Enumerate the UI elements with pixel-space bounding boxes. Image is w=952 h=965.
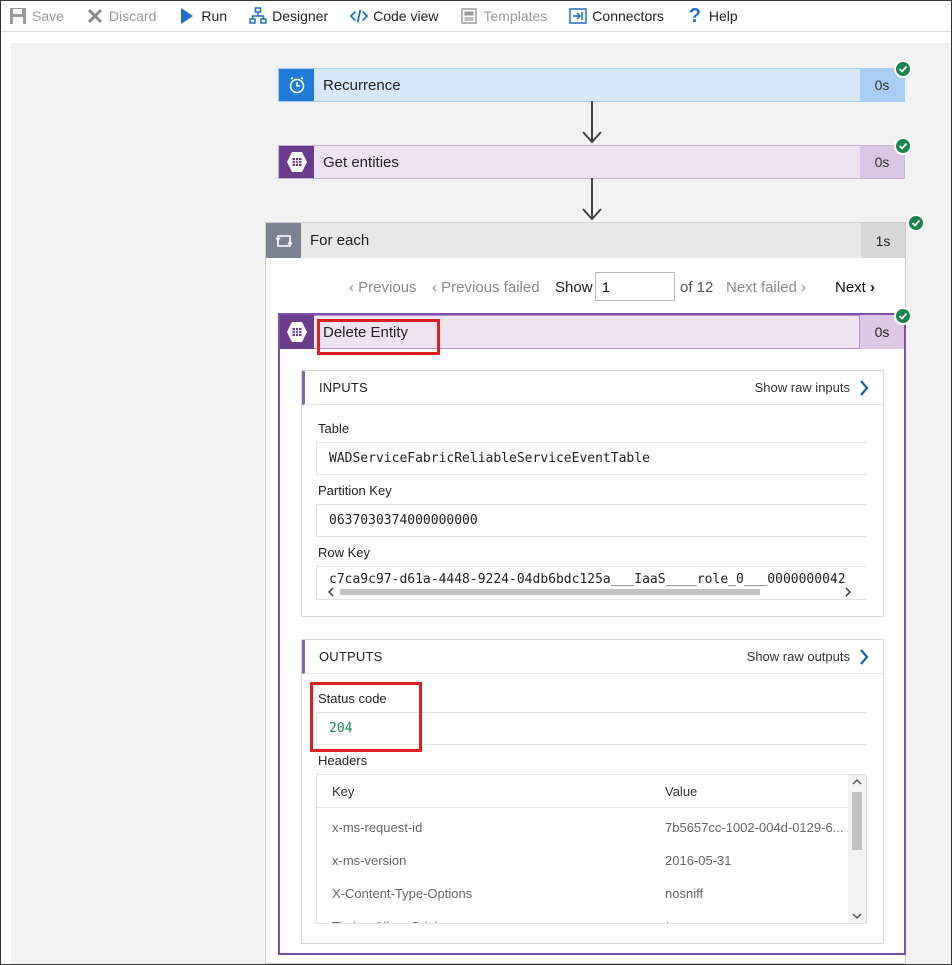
header-value: * xyxy=(665,919,670,923)
table-label: Table xyxy=(318,421,350,436)
chevron-right-icon xyxy=(860,648,869,665)
show-label: Show xyxy=(555,279,593,296)
step-duration: 1s xyxy=(861,223,905,258)
templates-button[interactable]: Templates xyxy=(460,7,547,25)
step-get-entities[interactable]: Get entities 0s xyxy=(278,145,905,179)
outputs-title: OUTPUTS xyxy=(319,649,383,664)
previous-failed-button[interactable]: ‹ Previous failed xyxy=(432,279,540,296)
save-button[interactable]: Save xyxy=(9,7,64,25)
code-icon xyxy=(350,7,369,25)
inputs-section: INPUTS Show raw inputs Table WADServiceF… xyxy=(301,370,884,617)
next-failed-label: Next failed xyxy=(726,279,797,296)
flow-arrow-icon xyxy=(582,178,602,221)
alarm-clock-icon xyxy=(279,69,314,101)
templates-icon xyxy=(460,7,478,25)
table-row: X-Content-Type-Options nosniff xyxy=(317,877,849,910)
success-check-icon xyxy=(894,60,912,78)
code-view-button[interactable]: Code view xyxy=(350,7,438,25)
header-key: Timing-Allow-Origin xyxy=(332,919,445,923)
chevron-right-icon: › xyxy=(796,279,807,296)
save-icon xyxy=(9,7,27,25)
horizontal-scrollbar[interactable] xyxy=(328,586,853,598)
help-button[interactable]: ? Help xyxy=(686,4,738,27)
headers-table: Key Value x-ms-request-id 7b5657cc-1002-… xyxy=(316,774,867,924)
header-value: 7b5657cc-1002-004d-0129-6... xyxy=(665,820,844,835)
chevron-left-icon: ‹ xyxy=(349,279,359,296)
help-label: Help xyxy=(708,8,738,24)
previous-button[interactable]: ‹ Previous xyxy=(349,279,417,296)
play-icon xyxy=(178,7,196,25)
chevron-right-icon xyxy=(860,379,869,396)
table-row: x-ms-request-id 7b5657cc-1002-004d-0129-… xyxy=(317,811,849,844)
header-value: 2016-05-31 xyxy=(665,853,732,868)
step-delete-entity: Delete Entity 0s INPUTS Show raw inputs … xyxy=(278,313,906,955)
connectors-button[interactable]: Connectors xyxy=(569,7,664,25)
close-icon xyxy=(86,7,104,25)
connectors-icon xyxy=(569,7,588,25)
highlight-delete-entity xyxy=(317,319,440,355)
inputs-header: INPUTS Show raw inputs xyxy=(302,371,883,405)
run-label: Run xyxy=(201,8,228,24)
discard-label: Discard xyxy=(108,8,157,24)
question-icon: ? xyxy=(688,4,701,27)
header-key: x-ms-request-id xyxy=(332,820,423,835)
connectors-label: Connectors xyxy=(592,8,664,24)
next-label: Next xyxy=(835,279,866,296)
partition-key-value: 0637030374000000000 xyxy=(316,504,867,537)
iteration-pager: ‹ Previous ‹ Previous failed Show of 12 … xyxy=(266,272,905,302)
show-raw-outputs-label: Show raw outputs xyxy=(746,649,850,664)
table-value: WADServiceFabricReliableServiceEventTabl… xyxy=(316,442,867,475)
success-check-icon xyxy=(894,307,912,325)
logic-app-run-view: Save Discard Run Designer Code view Temp… xyxy=(0,0,952,965)
next-button[interactable]: Next › xyxy=(835,279,875,296)
save-label: Save xyxy=(32,8,64,24)
code-view-label: Code view xyxy=(373,8,439,24)
highlight-status-code xyxy=(310,682,422,752)
designer-label: Designer xyxy=(272,8,329,24)
success-check-icon xyxy=(907,214,925,232)
success-check-icon xyxy=(894,137,912,155)
step-title: For each xyxy=(310,232,370,249)
next-failed-button[interactable]: Next failed › xyxy=(726,279,806,296)
templates-label: Templates xyxy=(483,8,548,24)
header-key: x-ms-version xyxy=(332,853,407,868)
chevron-left-icon: ‹ xyxy=(432,279,442,296)
partition-key-label: Partition Key xyxy=(318,483,392,498)
run-button[interactable]: Run xyxy=(178,7,227,25)
previous-label: Previous xyxy=(358,279,417,296)
vertical-scrollbar[interactable] xyxy=(848,775,866,924)
inputs-title: INPUTS xyxy=(319,380,368,395)
table-row: x-ms-version 2016-05-31 xyxy=(317,844,849,877)
iteration-input[interactable] xyxy=(595,272,675,301)
table-storage-icon xyxy=(279,146,314,178)
column-key-header: Key xyxy=(332,784,355,799)
designer-button[interactable]: Designer xyxy=(249,7,328,25)
row-key-label: Row Key xyxy=(318,545,371,560)
step-title: Recurrence xyxy=(323,76,401,94)
table-header-row: Key Value xyxy=(317,775,849,808)
show-raw-inputs-link[interactable]: Show raw inputs xyxy=(754,379,869,396)
discard-button[interactable]: Discard xyxy=(86,7,156,25)
show-raw-outputs-link[interactable]: Show raw outputs xyxy=(746,648,869,665)
chevron-right-icon: › xyxy=(865,279,876,296)
step-title: Get entities xyxy=(323,153,399,171)
table-storage-icon xyxy=(280,315,314,349)
previous-failed-label: Previous failed xyxy=(441,279,540,296)
hierarchy-icon xyxy=(249,7,267,25)
iteration-total: of 12 xyxy=(680,279,714,296)
table-row: Timing-Allow-Origin * xyxy=(317,910,849,923)
step-recurrence[interactable]: Recurrence 0s xyxy=(278,68,905,102)
outputs-header: OUTPUTS Show raw outputs xyxy=(302,640,883,674)
headers-label: Headers xyxy=(318,753,368,768)
for-each-header[interactable]: For each 1s xyxy=(266,223,905,258)
loop-icon xyxy=(266,223,301,258)
flow-arrow-icon xyxy=(582,101,602,144)
show-raw-inputs-label: Show raw inputs xyxy=(754,380,850,395)
header-key: X-Content-Type-Options xyxy=(332,886,473,901)
header-value: nosniff xyxy=(665,886,704,901)
toolbar: Save Discard Run Designer Code view Temp… xyxy=(1,1,951,32)
column-value-header: Value xyxy=(665,784,698,799)
